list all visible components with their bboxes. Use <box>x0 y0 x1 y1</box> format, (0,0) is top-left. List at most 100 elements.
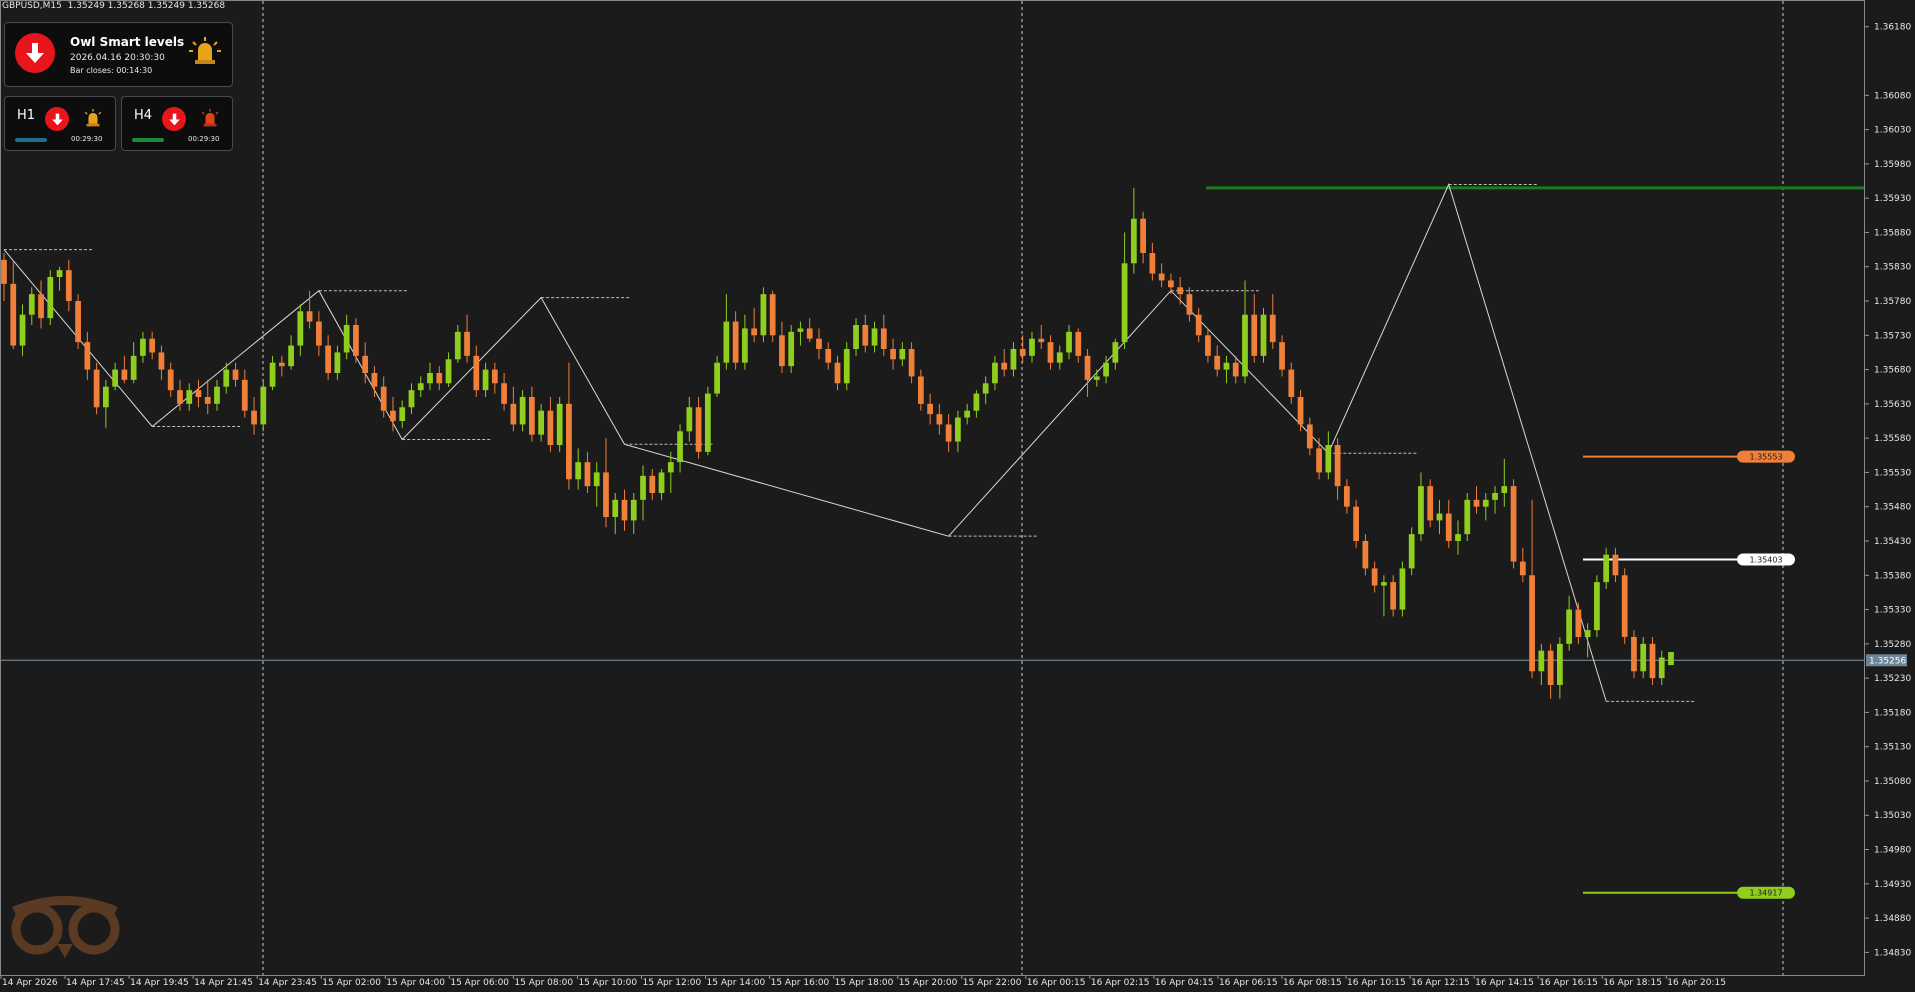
x-tick-label: 16 Apr 14:15 <box>1475 978 1534 988</box>
bull-candle <box>427 372 433 384</box>
y-tick-label: 1.34930 <box>1874 880 1911 890</box>
bull-candle <box>260 386 267 425</box>
plot-frame <box>0 0 1865 976</box>
h4-label: H4 <box>134 108 153 123</box>
x-tick-label: 15 Apr 18:00 <box>835 978 894 988</box>
bear-candle <box>1445 513 1452 541</box>
bull-candle <box>1482 499 1489 507</box>
bear-candle <box>167 369 174 391</box>
bear-candle <box>1575 609 1582 637</box>
bull-candle <box>1436 513 1443 521</box>
owl-smart-levels-panel: Owl Smart levels 2026.04.16 20:30:30 Bar… <box>4 22 233 87</box>
bear-candle <box>584 462 591 487</box>
panel-title: Owl Smart levels <box>70 35 185 49</box>
bull-candle <box>973 393 980 411</box>
y-tick-label: 1.36080 <box>1874 91 1911 101</box>
bull-candle <box>1492 492 1498 500</box>
y-tick-label: 1.35730 <box>1874 331 1911 341</box>
bear-candle <box>1473 499 1480 507</box>
bear-candle <box>121 369 128 380</box>
bull-candle <box>1658 657 1665 679</box>
bull-candle <box>964 410 971 418</box>
bear-candle <box>1214 355 1221 370</box>
price-chart[interactable]: 1.35553 1.35403 1.34917 1.35256 1.36180 1.36… <box>0 0 1915 992</box>
bear-candle <box>65 270 72 302</box>
bull-candle <box>1556 643 1563 685</box>
bear-candle <box>464 331 470 356</box>
bull-candle <box>1223 362 1230 370</box>
bear-candle <box>1205 335 1211 356</box>
buy-level-label: 1.34917 <box>1749 889 1782 898</box>
bear-candle <box>1371 568 1378 586</box>
bear-candle <box>1649 643 1656 679</box>
y-tick-label: 1.35630 <box>1874 400 1911 410</box>
bull-candle <box>1594 582 1600 631</box>
bear-candle <box>695 407 702 452</box>
x-tick-label: 15 Apr 16:00 <box>771 978 830 988</box>
bull-candle <box>1381 582 1387 586</box>
bear-candle <box>1186 294 1193 315</box>
bear-candle <box>751 328 758 336</box>
bull-candle <box>1603 554 1610 583</box>
bear-candle <box>241 379 248 411</box>
bull-candle <box>797 328 804 332</box>
bull-candle <box>1566 609 1572 644</box>
h1-label: H1 <box>17 108 36 123</box>
y-tick-label: 1.35880 <box>1874 228 1911 238</box>
x-tick-label: 15 Apr 04:00 <box>386 978 445 988</box>
y-tick-label: 1.35130 <box>1874 743 1911 753</box>
bear-candle <box>380 386 387 411</box>
bear-candle <box>1279 342 1285 370</box>
alarm-siren-icon <box>188 36 222 70</box>
bear-candle <box>547 410 554 445</box>
bull-candle <box>1418 486 1424 535</box>
bull-candle <box>1538 650 1545 672</box>
bear-candle <box>501 383 507 404</box>
y-tick-label: 1.35280 <box>1874 640 1911 650</box>
y-tick-label: 1.35580 <box>1874 434 1911 444</box>
bear-candle <box>1621 575 1628 637</box>
bull-candle <box>612 499 619 517</box>
bear-candle <box>1390 582 1397 610</box>
bear-candle <box>93 369 100 408</box>
bar-closes-text: Bar closes: 00:14:30 <box>70 66 153 75</box>
y-tick-label: 1.35230 <box>1874 674 1911 684</box>
x-tick-label: 15 Apr 12:00 <box>643 978 702 988</box>
h1-progress-bar <box>15 138 47 142</box>
bear-candle <box>1353 506 1359 541</box>
zigzag-path <box>3 182 1607 702</box>
bear-candle <box>316 321 322 346</box>
bull-candle <box>686 407 693 432</box>
x-tick-label: 16 Apr 04:15 <box>1155 978 1214 988</box>
x-tick-label: 15 Apr 02:00 <box>322 978 381 988</box>
bear-candle <box>1631 636 1637 672</box>
bull-candle <box>1066 331 1072 353</box>
x-tick-label: 14 Apr 19:45 <box>130 978 189 988</box>
bear-candle <box>1158 273 1165 281</box>
y-tick-label: 1.35780 <box>1874 297 1911 307</box>
symbol-info: GBPUSD,M15 1.35249 1.35268 1.35249 1.352… <box>2 1 226 11</box>
bull-candle <box>575 462 582 480</box>
panel-date: 2026.04.16 20:30:30 <box>70 53 165 63</box>
x-tick-label: 16 Apr 08:15 <box>1283 978 1342 988</box>
bear-candle <box>1547 650 1554 685</box>
smart-levels: 1.35553 1.35403 1.34917 <box>0 186 1864 899</box>
candles <box>1 187 1674 699</box>
bear-candle <box>1343 486 1350 507</box>
bear-candle <box>1519 561 1526 576</box>
y-tick-label: 1.35180 <box>1874 708 1911 718</box>
bull-candle <box>667 462 674 473</box>
bear-candle <box>1251 314 1258 356</box>
bull-candle <box>19 314 26 346</box>
bear-candle <box>1149 253 1156 274</box>
x-tick-label: 16 Apr 12:15 <box>1411 978 1470 988</box>
bear-candle <box>529 396 535 435</box>
sell-level-label: 1.35553 <box>1749 453 1782 462</box>
bull-candle <box>871 328 878 346</box>
h1-panel: H1 00:29:30 <box>4 96 116 151</box>
x-tick-label: 15 Apr 08:00 <box>514 978 573 988</box>
bear-candle <box>1084 355 1091 380</box>
bear-candle <box>566 403 572 480</box>
bull-candle <box>343 325 350 353</box>
alarm-siren-icon <box>82 108 104 132</box>
